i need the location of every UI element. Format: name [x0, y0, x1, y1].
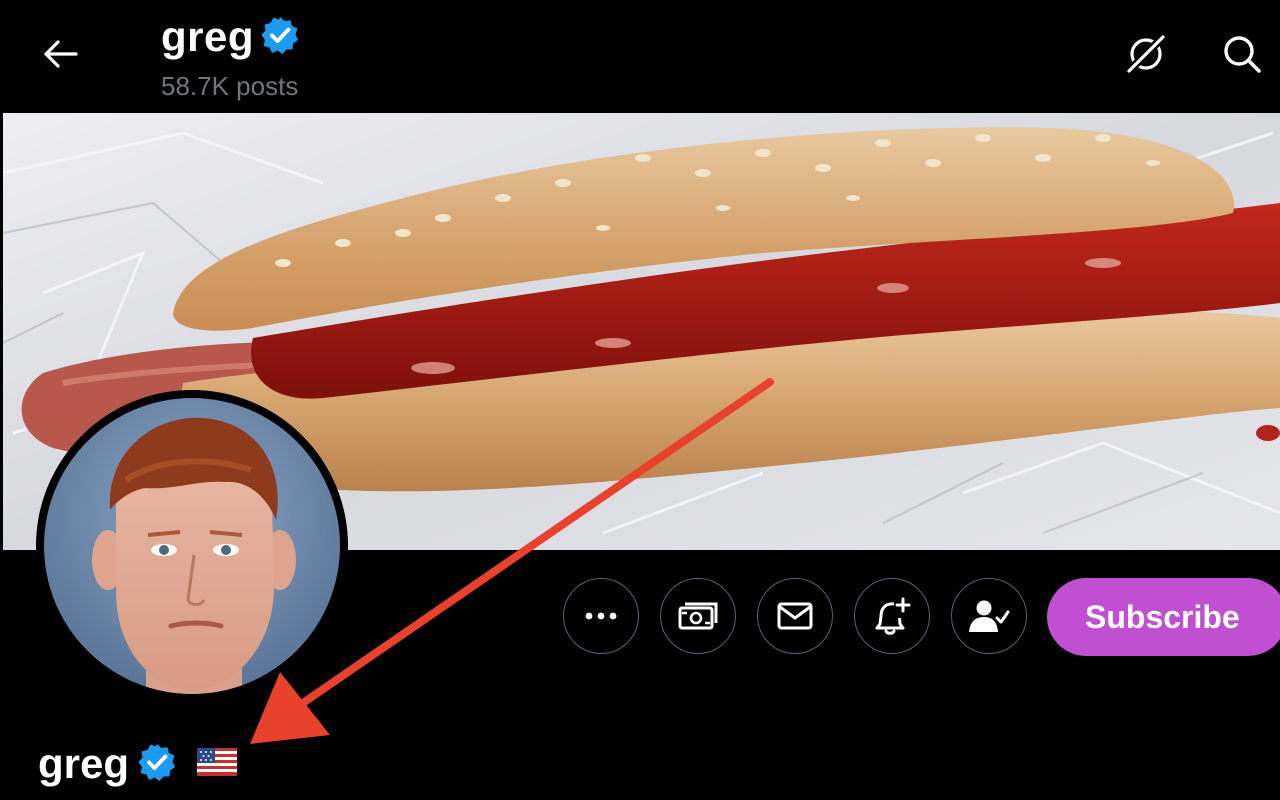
- message-button[interactable]: [757, 578, 833, 654]
- following-button[interactable]: [951, 578, 1027, 654]
- grok-icon: [1126, 34, 1166, 74]
- search-icon: [1224, 36, 1261, 73]
- post-count: 58.7K posts: [161, 71, 299, 101]
- more-icon: [585, 612, 617, 620]
- grok-button[interactable]: [1122, 30, 1170, 78]
- arrow-left-icon: [44, 40, 78, 68]
- header-title: greg: [161, 12, 300, 62]
- more-button[interactable]: [563, 578, 639, 654]
- header-name: greg: [161, 13, 255, 60]
- person-check-icon: [969, 600, 1010, 632]
- subscribe-button[interactable]: Subscribe: [1047, 578, 1280, 656]
- back-button[interactable]: [34, 32, 86, 76]
- verified-badge-icon[interactable]: [137, 742, 177, 787]
- profile-avatar[interactable]: [36, 390, 348, 702]
- profile-page: greg 58.7K posts Subscribe greg: [0, 0, 1280, 800]
- profile-name-row: greg: [38, 736, 238, 792]
- verified-badge-icon: [260, 15, 300, 60]
- profile-name: greg: [38, 740, 130, 787]
- mail-icon: [777, 602, 813, 630]
- top-bar: greg 58.7K posts: [0, 0, 1280, 113]
- notifications-button[interactable]: [854, 578, 930, 654]
- tip-button[interactable]: [660, 578, 736, 654]
- search-button[interactable]: [1218, 30, 1266, 78]
- money-icon: [678, 602, 718, 630]
- bell-plus-icon: [875, 597, 911, 635]
- us-flag-icon: [197, 747, 238, 781]
- avatar-photo: [36, 390, 348, 702]
